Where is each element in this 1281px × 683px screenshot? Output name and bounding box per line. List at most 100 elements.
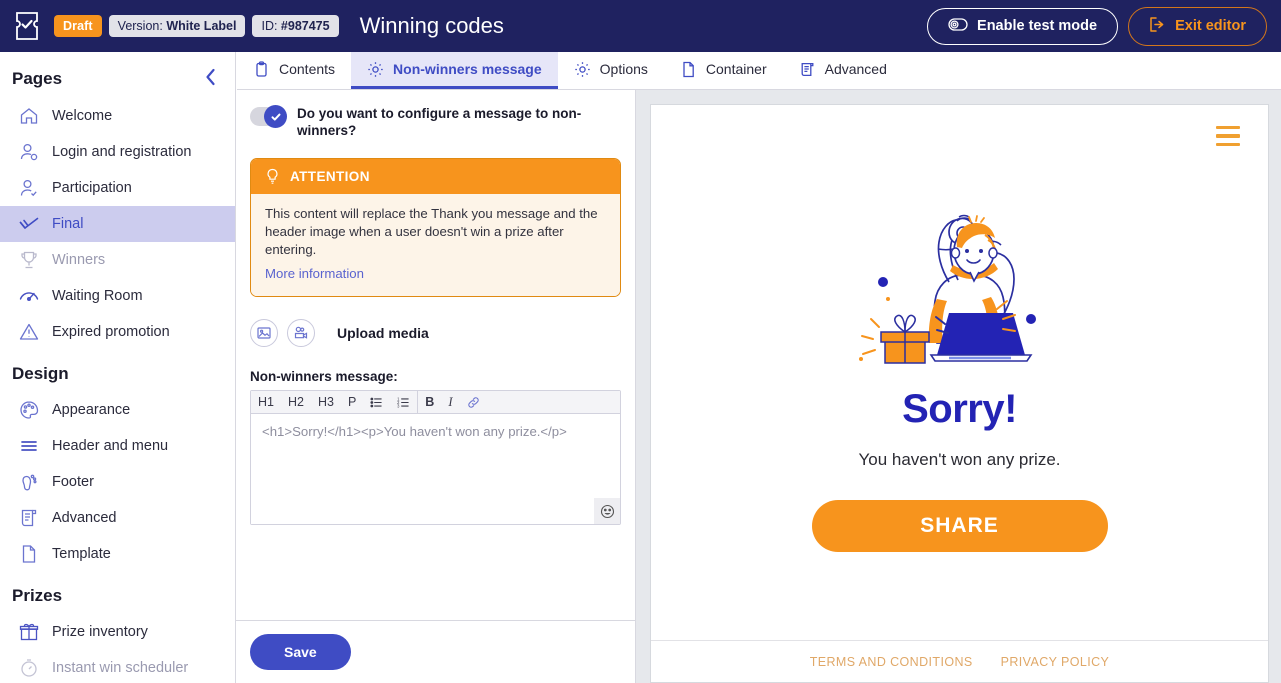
sidebar-item-instant-win-scheduler[interactable]: Instant win scheduler <box>0 650 235 683</box>
share-button[interactable]: SHARE <box>811 500 1108 552</box>
tab-bar: Contents Non-winners message Options Con… <box>237 52 1281 90</box>
sidebar-item-label: Participation <box>52 180 132 196</box>
terms-and-conditions-link[interactable]: TERMS AND CONDITIONS <box>810 655 973 669</box>
paragraph-button[interactable]: P <box>341 391 363 413</box>
non-winners-toggle-label: Do you want to configure a message to no… <box>297 106 582 138</box>
sidebar-pages-header: Pages <box>0 52 235 98</box>
gear-icon <box>574 61 591 78</box>
sidebar-item-appearance[interactable]: Appearance <box>0 392 235 428</box>
attention-callout: ATTENTION This content will replace the … <box>250 157 621 298</box>
sidebar-item-advanced[interactable]: Advanced <box>0 500 235 536</box>
exit-editor-label: Exit editor <box>1175 18 1246 34</box>
link-icon[interactable] <box>460 391 487 413</box>
main-body: Pages Welcome Login and registration Par… <box>0 52 1281 683</box>
preview-area: Sorry! You haven't won any prize. SHARE … <box>636 52 1281 683</box>
user-gear-icon <box>18 141 40 163</box>
tab-options-label: Options <box>599 61 648 77</box>
svg-text:3: 3 <box>397 403 400 408</box>
save-button[interactable]: Save <box>250 634 351 670</box>
upload-media-label: Upload media <box>337 325 429 342</box>
home-icon <box>18 105 40 127</box>
video-camera-icon[interactable] <box>287 319 315 348</box>
gear-icon <box>367 61 384 78</box>
sidebar-item-label: Expired promotion <box>52 324 170 340</box>
preview-subtitle: You haven't won any prize. <box>858 450 1061 469</box>
sidebar-item-waiting-room[interactable]: Waiting Room <box>0 278 235 314</box>
warning-triangle-icon <box>18 321 40 343</box>
non-winners-toggle-row: Do you want to configure a message to no… <box>250 105 621 140</box>
hamburger-menu-icon[interactable] <box>1216 125 1240 147</box>
scroll-document-icon <box>799 61 816 78</box>
sidebar-item-login-and-registration[interactable]: Login and registration <box>0 134 235 170</box>
top-bar-actions: Enable test mode Exit editor <box>927 6 1267 46</box>
tab-contents[interactable]: Contents <box>237 52 351 89</box>
tab-non-winners-message[interactable]: Non-winners message <box>351 52 558 89</box>
toggle-icon <box>948 17 968 35</box>
non-winners-toggle[interactable] <box>250 105 287 128</box>
sidebar-item-prize-inventory[interactable]: Prize inventory <box>0 614 235 650</box>
trophy-icon <box>18 249 40 271</box>
check-icon <box>264 105 287 128</box>
gift-icon <box>18 621 40 643</box>
design-heading: Design <box>12 364 69 383</box>
preview-header <box>651 105 1268 167</box>
version-prefix: Version: <box>117 19 167 33</box>
id-prefix: ID: <box>261 19 281 33</box>
scroll-document-icon <box>18 507 40 529</box>
bold-button[interactable]: B <box>418 391 441 413</box>
emoji-smile-icon[interactable] <box>594 498 620 525</box>
menu-lines-icon <box>18 435 40 457</box>
sidebar-item-welcome[interactable]: Welcome <box>0 98 235 134</box>
version-badge: Version: White Label <box>108 15 246 37</box>
tab-contents-label: Contents <box>279 61 336 77</box>
non-winners-message-input[interactable]: <h1>Sorry!</h1><p>You haven't won any pr… <box>251 414 620 525</box>
settings-panel-scroll: Do you want to configure a message to no… <box>236 90 635 620</box>
ticket-check-icon <box>14 10 40 42</box>
chevron-left-icon[interactable] <box>204 68 217 90</box>
attention-callout-header: ATTENTION <box>251 158 620 194</box>
sidebar-item-label: Prize inventory <box>52 624 148 640</box>
sidebar-item-label: Final <box>52 216 84 232</box>
sidebar-item-header-and-menu[interactable]: Header and menu <box>0 428 235 464</box>
sidebar-item-participation[interactable]: Participation <box>0 170 235 206</box>
h2-button[interactable]: H2 <box>281 391 311 413</box>
top-bar: Draft Version: White Label ID: #987475 W… <box>0 0 1281 52</box>
sidebar-item-label: Footer <box>52 474 94 490</box>
enable-test-mode-button[interactable]: Enable test mode <box>927 7 1119 45</box>
sidebar-item-template[interactable]: Template <box>0 536 235 572</box>
sidebar-item-winners[interactable]: Winners <box>0 242 235 278</box>
tab-container[interactable]: Container <box>664 52 783 89</box>
exit-editor-button[interactable]: Exit editor <box>1128 6 1267 46</box>
non-winners-message-label: Non-winners message: <box>250 369 398 385</box>
sidebar-item-label: Waiting Room <box>52 288 143 304</box>
tab-advanced[interactable]: Advanced <box>783 52 903 89</box>
h1-button[interactable]: H1 <box>251 391 281 413</box>
status-badge: Draft <box>54 15 102 37</box>
sidebar-item-label: Header and menu <box>52 438 169 454</box>
sidebar-item-label: Advanced <box>52 510 117 526</box>
sidebar-item-label: Appearance <box>52 402 131 418</box>
image-icon[interactable] <box>250 319 278 348</box>
h3-button[interactable]: H3 <box>311 391 341 413</box>
check-wave-icon <box>18 213 40 235</box>
sidebar-item-label: Welcome <box>52 108 113 124</box>
privacy-policy-link[interactable]: PRIVACY POLICY <box>1001 655 1110 669</box>
bulleted-list-icon[interactable] <box>363 391 390 413</box>
preview-footer: TERMS AND CONDITIONS PRIVACY POLICY <box>651 640 1268 682</box>
person-celebrating-laptop-gift-illustration <box>845 177 1075 375</box>
italic-button[interactable]: I <box>441 391 459 413</box>
numbered-list-icon[interactable]: 123 <box>390 391 417 413</box>
tab-container-label: Container <box>705 61 767 77</box>
editor-placeholder-text: <h1>Sorry!</h1><p>You haven't won any pr… <box>262 424 567 440</box>
upload-media-row: Upload media <box>250 319 621 348</box>
sidebar-item-footer[interactable]: Footer <box>0 464 235 500</box>
editor-app: Draft Version: White Label ID: #987475 W… <box>0 0 1281 683</box>
sidebar-item-final[interactable]: Final <box>0 206 235 242</box>
clipboard-icon <box>253 60 270 78</box>
enable-test-mode-label: Enable test mode <box>977 18 1098 34</box>
more-information-link[interactable]: More information <box>265 266 364 281</box>
tab-options[interactable]: Options <box>558 52 664 89</box>
version-value: White Label <box>166 19 237 33</box>
attention-callout-body: This content will replace the Thank you … <box>251 193 620 297</box>
sidebar-item-expired-promotion[interactable]: Expired promotion <box>0 314 235 350</box>
